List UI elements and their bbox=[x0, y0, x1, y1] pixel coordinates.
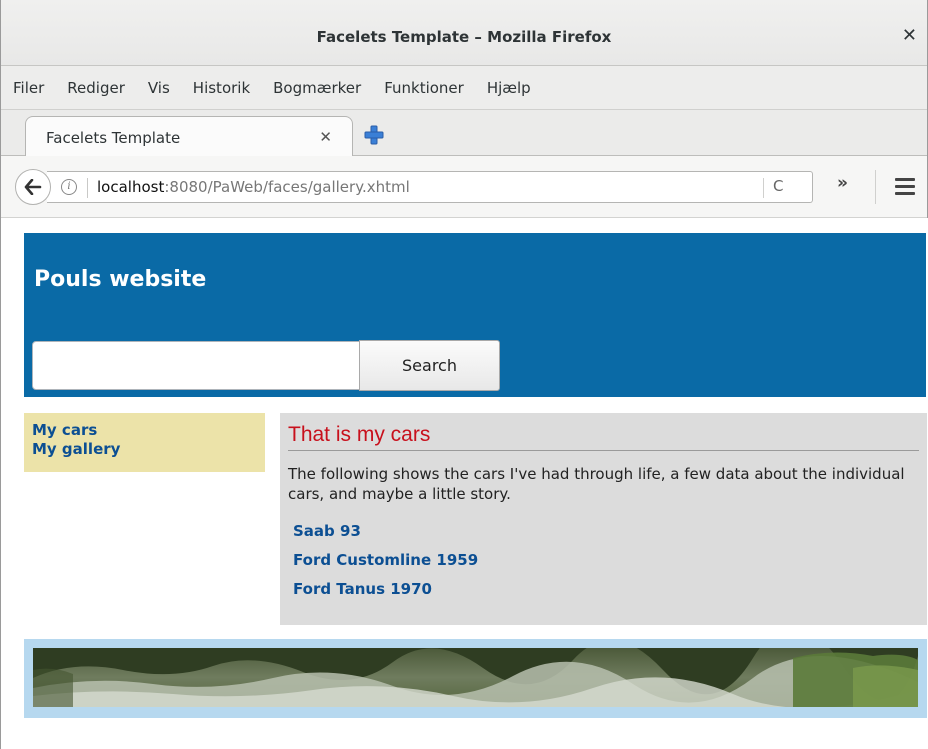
navigation-bar: i localhost:8080/PaWeb/faces/gallery.xht… bbox=[1, 156, 927, 218]
back-button[interactable] bbox=[15, 169, 51, 205]
menu-bogmaerker[interactable]: Bogmærker bbox=[273, 79, 361, 97]
car-link[interactable]: Ford Customline 1959 bbox=[293, 546, 919, 575]
site-title: Pouls website bbox=[34, 267, 207, 292]
url-host: localhost bbox=[97, 178, 165, 196]
sidenav-link-my-gallery[interactable]: My gallery bbox=[32, 440, 265, 459]
tab-strip: Facelets Template ✕ bbox=[1, 110, 927, 157]
title-bar: Facelets Template – Mozilla Firefox ✕ bbox=[1, 0, 927, 66]
menu-vis[interactable]: Vis bbox=[148, 79, 170, 97]
hamburger-icon[interactable] bbox=[895, 178, 915, 196]
tab-close-icon[interactable]: ✕ bbox=[319, 128, 332, 146]
tab-facelets-template[interactable]: Facelets Template ✕ bbox=[25, 116, 353, 157]
close-icon[interactable]: ✕ bbox=[902, 25, 917, 46]
window-title: Facelets Template – Mozilla Firefox bbox=[316, 28, 612, 46]
url-separator bbox=[87, 178, 88, 198]
info-icon[interactable]: i bbox=[61, 179, 77, 195]
main-content: That is my cars The following shows the … bbox=[280, 413, 927, 625]
menu-hjaelp[interactable]: Hjælp bbox=[487, 79, 531, 97]
reload-separator bbox=[763, 178, 764, 198]
landscape-image bbox=[33, 648, 918, 707]
menu-funktioner[interactable]: Funktioner bbox=[384, 79, 464, 97]
nav-separator bbox=[875, 170, 876, 204]
car-link[interactable]: Ford Tanus 1970 bbox=[293, 575, 919, 604]
reload-icon[interactable]: C bbox=[773, 177, 783, 195]
tab-label: Facelets Template bbox=[46, 129, 181, 147]
double-chevron-icon[interactable]: » bbox=[837, 173, 848, 193]
search-input[interactable] bbox=[32, 341, 360, 390]
page-viewport: Pouls website Search My cars My gallery … bbox=[2, 218, 928, 749]
url-path: :8080/PaWeb/faces/gallery.xhtml bbox=[164, 178, 410, 196]
menu-filer[interactable]: Filer bbox=[13, 79, 44, 97]
footer-banner bbox=[24, 639, 927, 718]
content-title: That is my cars bbox=[288, 423, 919, 451]
url-text[interactable]: localhost:8080/PaWeb/faces/gallery.xhtml bbox=[97, 178, 410, 196]
arrow-left-icon bbox=[24, 179, 42, 195]
car-list: Saab 93 Ford Customline 1959 Ford Tanus … bbox=[288, 517, 919, 604]
browser-window: Facelets Template – Mozilla Firefox ✕ Fi… bbox=[0, 0, 928, 749]
menu-bar: Filer Rediger Vis Historik Bogmærker Fun… bbox=[1, 66, 927, 110]
menu-rediger[interactable]: Rediger bbox=[67, 79, 125, 97]
side-navigation: My cars My gallery bbox=[24, 413, 265, 472]
site-header: Pouls website Search bbox=[24, 233, 926, 397]
content-description: The following shows the cars I've had th… bbox=[288, 465, 905, 503]
car-link[interactable]: Saab 93 bbox=[293, 517, 919, 546]
plus-icon[interactable] bbox=[363, 124, 385, 146]
menu-historik[interactable]: Historik bbox=[193, 79, 250, 97]
sidenav-link-my-cars[interactable]: My cars bbox=[32, 421, 265, 440]
url-bar[interactable]: i localhost:8080/PaWeb/faces/gallery.xht… bbox=[47, 171, 813, 203]
search-button[interactable]: Search bbox=[359, 340, 500, 391]
